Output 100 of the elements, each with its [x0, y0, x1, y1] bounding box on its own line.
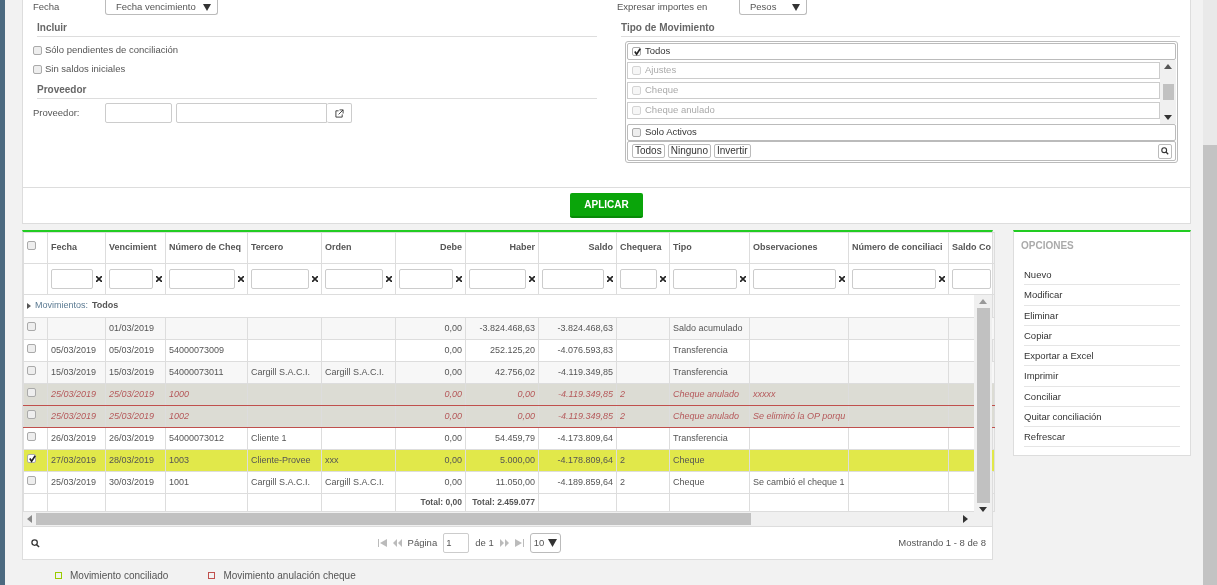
- option-link[interactable]: Modificar: [1024, 285, 1180, 306]
- checkbox[interactable]: [632, 47, 641, 56]
- scrollbar-thumb[interactable]: [976, 308, 990, 503]
- option-link[interactable]: Conciliar: [1024, 386, 1180, 407]
- code-input-field[interactable]: [105, 103, 172, 123]
- column-header[interactable]: Observaciones: [749, 232, 849, 264]
- filter-input-field[interactable]: [399, 269, 453, 289]
- filter-input-field[interactable]: [169, 269, 235, 289]
- page-count: de 1: [475, 535, 494, 550]
- expand-arrow-icon[interactable]: [27, 303, 31, 309]
- panel-title: OPCIONES: [1020, 239, 1075, 253]
- table-cell: Cliente-Provee: [251, 454, 311, 465]
- filter-input-field[interactable]: [620, 269, 657, 289]
- filter-input-field[interactable]: [325, 269, 383, 289]
- checkbox[interactable]: [33, 46, 42, 55]
- option-link[interactable]: Quitar conciliación: [1024, 406, 1180, 427]
- column-header[interactable]: Haber: [465, 232, 539, 264]
- scroll-down-icon[interactable]: [1164, 115, 1172, 120]
- table-cell: 0,00: [517, 388, 535, 399]
- option-link[interactable]: Imprimir: [1024, 366, 1180, 387]
- page-scrollbar[interactable]: [1203, 145, 1217, 585]
- clear-icon[interactable]: [839, 276, 845, 282]
- clear-icon[interactable]: [156, 276, 162, 282]
- clear-icon[interactable]: [96, 276, 102, 282]
- filter-input-field[interactable]: [469, 269, 526, 289]
- filter-input-field[interactable]: [952, 269, 991, 289]
- clear-icon[interactable]: [740, 276, 746, 282]
- option-link[interactable]: Exportar a Excel: [1024, 346, 1180, 367]
- currency-select[interactable]: Pesos: [739, 0, 807, 15]
- scrollbar-thumb[interactable]: [1162, 84, 1174, 100]
- column-header[interactable]: Vencimient: [105, 232, 166, 264]
- option-link[interactable]: Nuevo: [1024, 265, 1180, 286]
- filter-input-field[interactable]: [109, 269, 153, 289]
- page-size-select[interactable]: 10: [529, 533, 561, 553]
- first-page-icon[interactable]: [377, 539, 387, 547]
- checkbox[interactable]: [27, 343, 36, 353]
- table-cell: -3.824.468,63: [557, 322, 613, 333]
- table-row[interactable]: 25/03/2019 25/03/2019 1002 0,00 0,00 -4.119.349,85 2 Cheque anulado Se eliminó la OP porqu: [23, 405, 995, 428]
- clear-icon[interactable]: [529, 276, 535, 282]
- previous-page-icon[interactable]: [392, 539, 402, 547]
- select-button[interactable]: Invertir: [713, 144, 751, 158]
- column-header[interactable]: Debe: [395, 232, 466, 264]
- checkbox[interactable]: [27, 431, 36, 441]
- checkbox[interactable]: [27, 453, 36, 463]
- select-button[interactable]: Todos: [632, 144, 665, 158]
- column-header[interactable]: Número de conciliaci: [848, 232, 949, 264]
- clear-icon[interactable]: [312, 276, 318, 282]
- table-row[interactable]: 25/03/2019 25/03/2019 1000 0,00 0,00 -4.119.349,85 2 Cheque anulado xxxxx: [23, 383, 995, 406]
- column-header[interactable]: Chequera: [616, 232, 670, 264]
- column-header[interactable]: Número de Cheq: [165, 232, 248, 264]
- clear-icon[interactable]: [939, 276, 945, 282]
- clear-icon[interactable]: [607, 276, 613, 282]
- clear-icon[interactable]: [456, 276, 462, 282]
- checkbox[interactable]: [632, 128, 641, 137]
- filter-input-field[interactable]: [542, 269, 604, 289]
- scroll-right-icon[interactable]: [963, 515, 968, 523]
- column-header[interactable]: Fecha: [47, 232, 106, 264]
- checkbox[interactable]: [27, 387, 36, 397]
- scroll-up-icon[interactable]: [1164, 64, 1172, 69]
- clear-icon[interactable]: [660, 276, 666, 282]
- column-header[interactable]: Saldo Co: [948, 232, 995, 264]
- column-header[interactable]: Tercero: [247, 232, 322, 264]
- caret-icon: [547, 539, 557, 547]
- checkbox[interactable]: [27, 321, 36, 331]
- next-page-icon[interactable]: [499, 539, 509, 547]
- column-header[interactable]: Orden: [321, 232, 396, 264]
- search-button[interactable]: [1158, 143, 1172, 159]
- name-input-field[interactable]: [176, 103, 327, 123]
- filter-input-field[interactable]: [852, 269, 936, 289]
- last-page-icon[interactable]: [514, 539, 524, 547]
- scroll-left-icon[interactable]: [27, 515, 32, 523]
- caret-icon: [203, 3, 211, 11]
- table-row[interactable]: 15/03/2019 15/03/2019 54000073011 Cargill S.A.C.I. Cargill S.A.C.I. 0,00 42.756,02 -4.119.349,85 Transferencia: [23, 361, 995, 384]
- checkbox[interactable]: [27, 409, 36, 419]
- select-button[interactable]: Ninguno: [667, 144, 711, 158]
- page-input-field[interactable]: 1: [443, 533, 470, 553]
- table-cell: 25/03/2019: [51, 410, 97, 421]
- table-row[interactable]: 01/03/2019 0,00 -3.824.468,63 -3.824.468,63 Saldo acumulado: [23, 317, 995, 340]
- filter-input-field[interactable]: [753, 269, 836, 289]
- checkbox[interactable]: [33, 65, 42, 74]
- open-button[interactable]: [327, 103, 352, 123]
- column-header[interactable]: Saldo: [538, 232, 617, 264]
- filter-input-field[interactable]: [673, 269, 737, 289]
- filter-input-field[interactable]: [251, 269, 309, 289]
- checkbox[interactable]: [27, 475, 36, 485]
- scrollbar-thumb[interactable]: [36, 513, 751, 525]
- option-link[interactable]: Copiar: [1024, 325, 1180, 346]
- search-icon[interactable]: [31, 538, 40, 548]
- clear-icon[interactable]: [238, 276, 244, 282]
- checkbox[interactable]: [27, 365, 36, 375]
- table-row[interactable]: 27/03/2019 28/03/2019 1003 Cliente-Provee xxx 0,00 5.000,00 -4.178.809,64 2 Cheque: [23, 449, 995, 472]
- table-cell: Cargill S.A.C.I.: [251, 366, 310, 377]
- option-link[interactable]: Refrescar: [1024, 427, 1180, 448]
- filter-input-field[interactable]: [51, 269, 93, 289]
- date-select[interactable]: Fecha vencimiento: [105, 0, 218, 15]
- option-link[interactable]: Eliminar: [1024, 305, 1180, 326]
- checkbox[interactable]: [27, 241, 36, 251]
- group-label: Movimientos:: [35, 299, 88, 313]
- clear-icon[interactable]: [386, 276, 392, 282]
- column-header[interactable]: Tipo: [669, 232, 750, 264]
